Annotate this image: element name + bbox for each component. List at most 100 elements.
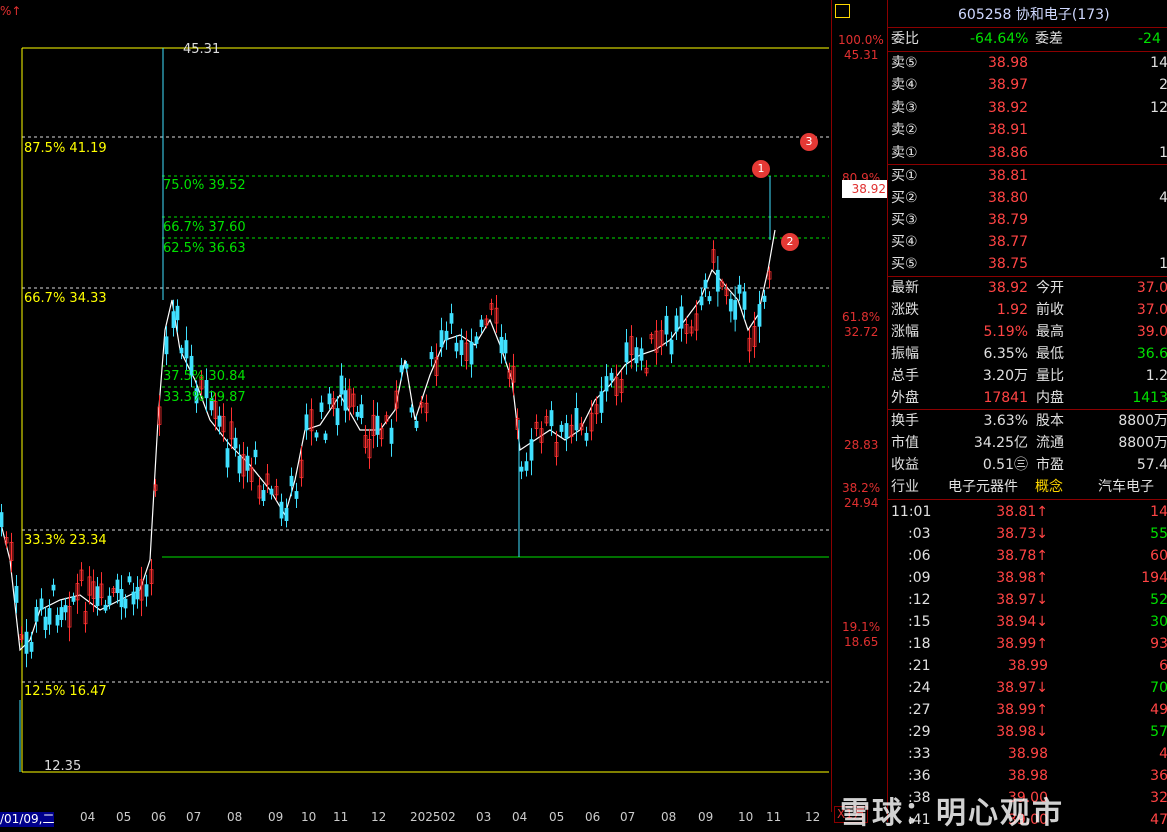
stat-row: 涨跌 1.92 前收 37.0 — [888, 299, 1167, 321]
date-label: /01/09,二 — [0, 812, 55, 827]
buy-price: 38.75 — [988, 256, 1029, 272]
sell-order-row: 卖④ 38.97 2 — [888, 74, 1167, 96]
industry-value[interactable]: 电子元器件 — [948, 476, 1018, 498]
kline-chart-area[interactable]: %↑ 45.31 87.5% 41.19 75.0% 39.52 66.7% 3… — [0, 0, 831, 812]
candle-body — [664, 315, 669, 335]
date-label: 04 — [512, 810, 528, 824]
candle-body — [742, 291, 747, 310]
stat-value: 1.92 — [996, 302, 1028, 318]
candle-body — [519, 466, 524, 472]
stat-label-2: 今开 — [1036, 280, 1064, 296]
candle-body — [469, 341, 474, 365]
sell-volume: 14 — [1150, 55, 1167, 71]
candle-body — [179, 347, 184, 354]
corner-label: %↑ — [0, 4, 22, 18]
candle-body — [449, 313, 454, 324]
chart-option-box[interactable] — [835, 4, 850, 18]
candle-body — [599, 391, 604, 413]
candle-body — [474, 336, 479, 344]
candle-body — [703, 279, 708, 289]
candle-body — [414, 420, 419, 428]
candle-body — [707, 296, 712, 302]
tick-time: :18 — [908, 636, 931, 652]
candle-body — [679, 306, 684, 329]
tick-row: :36 38.98 36 — [888, 765, 1167, 787]
sell-order-row: 卖③ 38.92 12 — [888, 97, 1167, 119]
concept-value[interactable]: 汽车电子 — [1098, 476, 1154, 498]
candle-body — [284, 507, 289, 522]
candle-body — [63, 605, 68, 613]
date-label: 05 — [549, 810, 565, 824]
date-label: 06 — [585, 810, 601, 824]
sell-volume: 2 — [1159, 77, 1167, 94]
candle-body — [715, 269, 720, 292]
buy-price: 38.79 — [988, 212, 1029, 228]
fib-label-100: 45.31 — [183, 42, 221, 57]
fib-label-875: 87.5% 41.19 — [24, 141, 107, 156]
scale-pct-191: 19.1% — [842, 620, 881, 634]
fib-label-625: 62.5% 36.63 — [163, 241, 246, 256]
candle-body — [634, 347, 639, 364]
candle-body — [409, 407, 414, 413]
industry-label: 行业 — [891, 479, 919, 495]
candle-body — [574, 408, 579, 431]
candle-body — [217, 415, 222, 427]
candle-body — [55, 614, 60, 626]
sell-volume: 12 — [1150, 99, 1167, 116]
tick-volume: 4 — [1159, 746, 1167, 762]
stat-value: 17841 — [983, 390, 1028, 406]
stat-value-2: 36.6 — [1136, 346, 1167, 362]
fib-label-333a: 33.3% 29.87 — [163, 390, 246, 405]
info-value-2: 8800万 — [1118, 435, 1167, 451]
date-label: 05 — [116, 810, 132, 824]
stat-value-2: 37.0 — [1136, 280, 1167, 296]
candle-body — [225, 448, 230, 468]
candle-body — [107, 595, 112, 605]
candle-body — [314, 432, 319, 438]
candle-body — [529, 439, 534, 461]
scale-pct-618: 61.8% — [842, 310, 881, 324]
date-label: 11 — [766, 810, 782, 824]
candle-body — [524, 461, 529, 471]
candle-body — [444, 330, 449, 341]
tick-volume: 70 — [1150, 680, 1167, 696]
sell-order-row: 卖⑤ 38.98 14 — [888, 52, 1167, 74]
sell-level-label: 卖⑤ — [891, 55, 918, 71]
buy-level-label: 买② — [891, 190, 918, 206]
buy-price: 38.81 — [988, 168, 1029, 184]
marker-2[interactable]: 2 — [781, 233, 799, 251]
stat-value-2: 1.2 — [1145, 368, 1167, 384]
concept-label[interactable]: 概念 — [1035, 476, 1063, 498]
tick-time: :21 — [908, 658, 931, 674]
tick-time: :36 — [908, 768, 931, 784]
tick-price: 38.97↓ — [996, 592, 1048, 608]
sell-price: 38.91 — [988, 122, 1029, 139]
tick-row: :29 38.98↓ 57 — [888, 721, 1167, 743]
date-label: 09 — [698, 810, 714, 824]
marker-3[interactable]: 3 — [800, 133, 818, 151]
sell-level-label: 卖④ — [891, 77, 918, 94]
tick-time: :03 — [908, 526, 931, 542]
candle-body — [245, 455, 250, 471]
date-label: 07 — [186, 810, 202, 824]
stock-title[interactable]: 605258 协和电子(173) — [958, 4, 1110, 26]
sell-order-row: 卖② 38.91 — [888, 119, 1167, 141]
candle-body — [737, 284, 742, 294]
tick-volume: 93 — [1150, 636, 1167, 652]
candle-body — [34, 606, 39, 622]
info-row: 换手 3.63% 股本 8800万 — [888, 410, 1167, 432]
info-label: 换手 — [891, 413, 919, 429]
stat-value: 5.19% — [983, 324, 1028, 340]
candle-body — [559, 424, 564, 432]
tick-row: :03 38.73↓ 55 — [888, 523, 1167, 545]
buy-level-label: 买③ — [891, 212, 918, 228]
candle-body — [39, 598, 44, 610]
sell-level-label: 卖③ — [891, 99, 918, 116]
buy-order-row: 买① 38.81 — [888, 165, 1167, 187]
tick-volume: 60 — [1150, 548, 1167, 564]
tick-time: :06 — [908, 548, 931, 564]
candle-body — [584, 432, 589, 441]
stat-label: 振幅 — [891, 346, 919, 362]
candle-body — [762, 295, 767, 302]
marker-1[interactable]: 1 — [752, 160, 770, 178]
